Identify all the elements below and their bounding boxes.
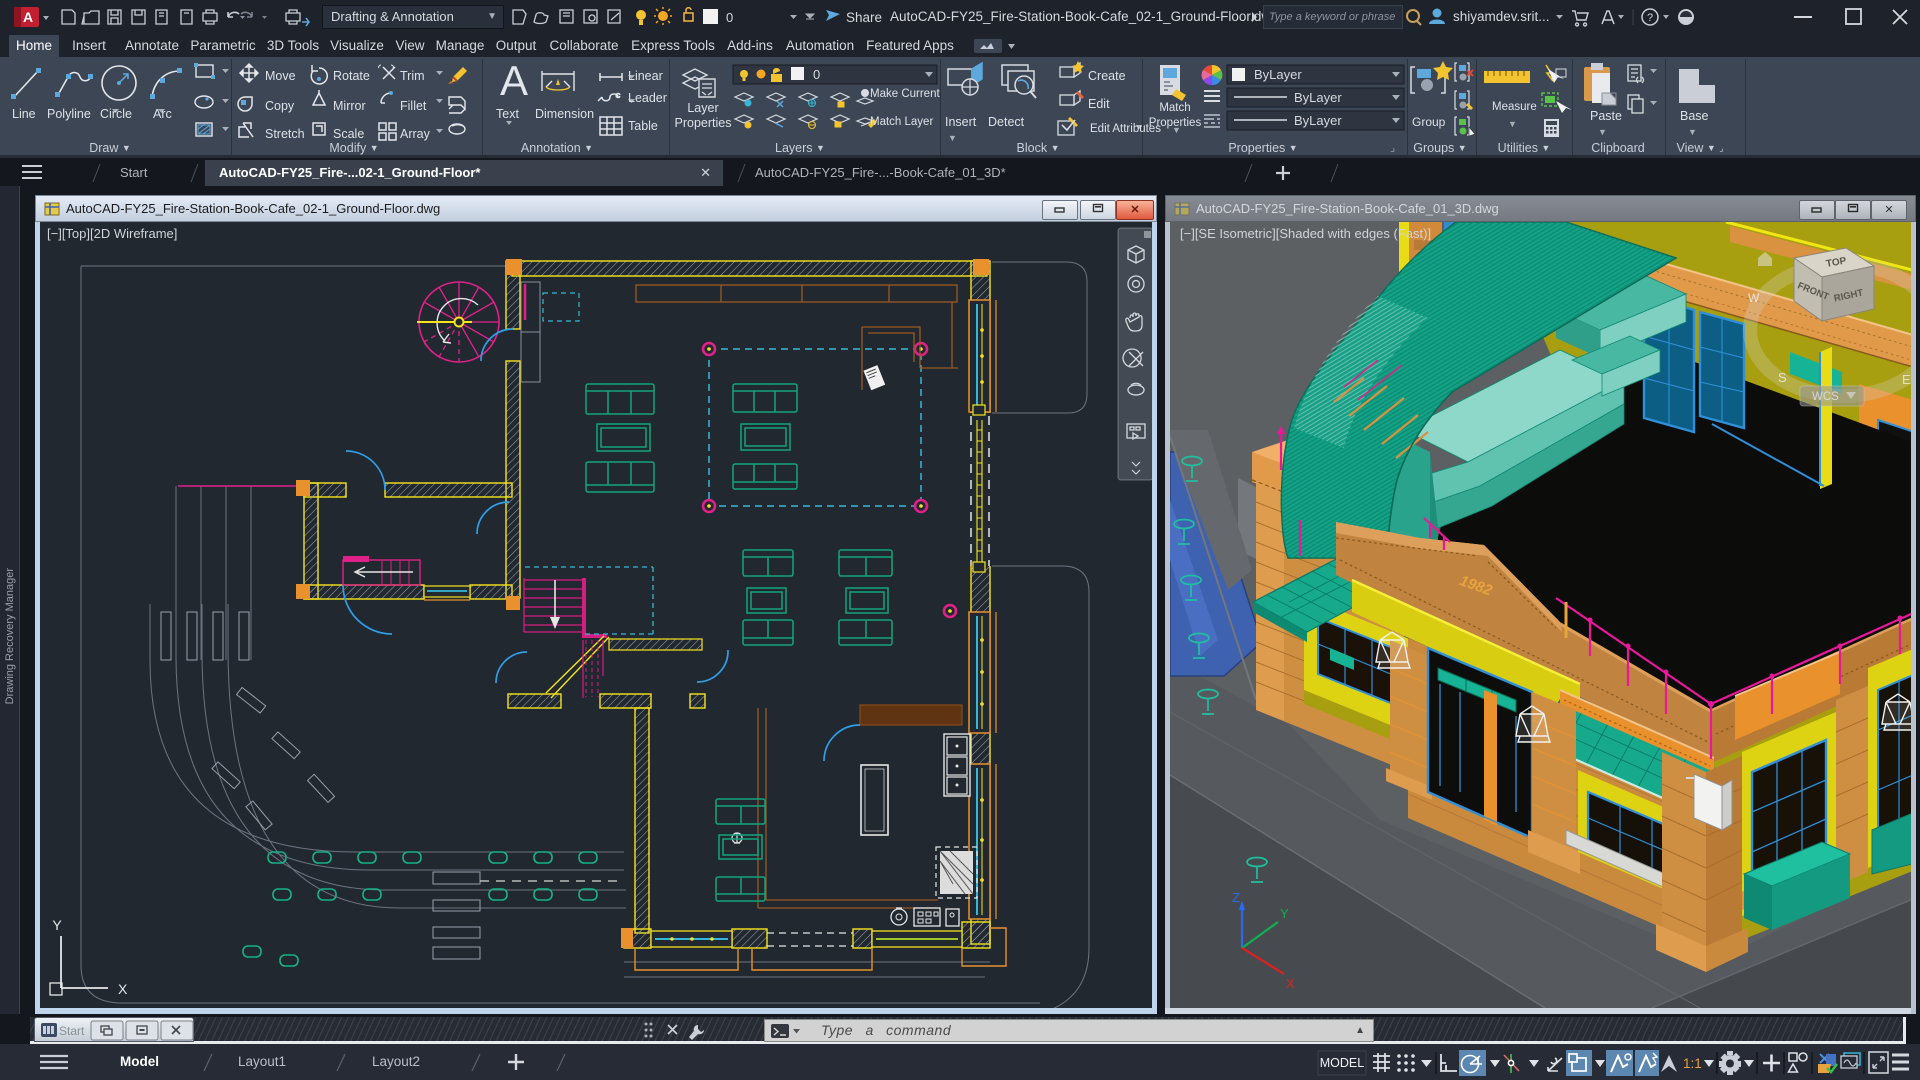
svg-text:Y: Y: [1280, 906, 1289, 921]
svg-text:Y: Y: [52, 917, 62, 933]
svg-text:ByLayer: ByLayer: [1254, 67, 1302, 82]
svg-text:X: X: [118, 981, 128, 997]
svg-text:1:1: 1:1: [1683, 1056, 1702, 1071]
svg-text:MODEL: MODEL: [1320, 1056, 1365, 1070]
svg-text:Z: Z: [1232, 890, 1240, 905]
svg-text:[−][Top][2D Wireframe]: [−][Top][2D Wireframe]: [47, 226, 177, 241]
svg-text:ByLayer: ByLayer: [1294, 113, 1342, 128]
svg-text:Start: Start: [59, 1024, 85, 1038]
svg-text:0: 0: [726, 10, 733, 25]
svg-text:A: A: [500, 57, 528, 104]
svg-text:?: ?: [1647, 12, 1653, 24]
svg-text:S: S: [1778, 370, 1787, 385]
svg-text:X: X: [1286, 976, 1295, 991]
svg-text:0: 0: [813, 67, 820, 82]
svg-text:shiyamdev.srit...: shiyamdev.srit...: [1453, 9, 1550, 24]
svg-text:ByLayer: ByLayer: [1294, 90, 1342, 105]
svg-text:WCS: WCS: [1812, 391, 1839, 403]
svg-text:W: W: [1748, 291, 1760, 305]
svg-text:E: E: [1902, 372, 1911, 387]
svg-text:[−][SE Isometric][Shaded with: [−][SE Isometric][Shaded with edges (Fas…: [1180, 226, 1431, 241]
svg-text:Share: Share: [846, 10, 882, 25]
svg-text:A: A: [23, 9, 33, 25]
